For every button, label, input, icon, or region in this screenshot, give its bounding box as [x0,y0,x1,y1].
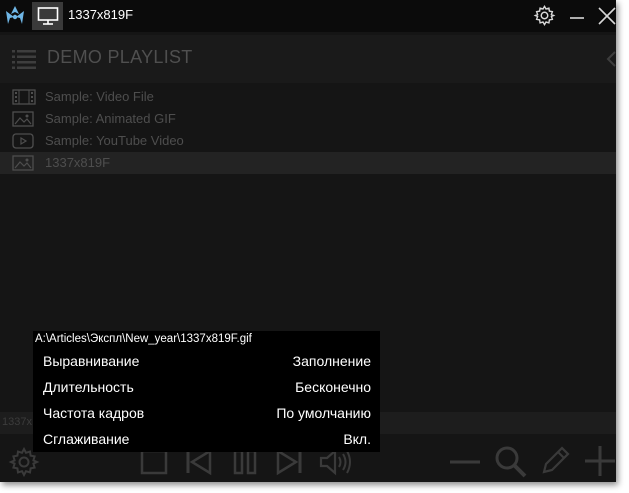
play-icon [12,133,34,149]
info-key: Выравнивание [43,353,140,369]
monitor-icon [37,7,59,25]
film-icon [12,89,36,105]
playlist-title: DEMO PLAYLIST [47,47,193,67]
app-logo-icon[interactable] [2,3,28,29]
file-path: A:\Articles\Экспл\New_year\1337x819F.gif [35,333,252,345]
info-value: По умолчанию [276,405,371,421]
search-zoom-icon[interactable] [492,443,528,479]
volume-icon[interactable] [318,448,354,476]
info-row-frame-rate: Частота кадров По умолчанию [43,405,371,425]
collapse-chevron-icon[interactable] [606,51,616,67]
info-row-smoothing: Сглаживание Вкл. [43,431,371,451]
playlist-item-label: Sample: Video File [45,89,154,104]
playlist-header: DEMO PLAYLIST [0,35,616,83]
playlist-item-label: 1337x819F [45,155,111,170]
playlist-item-animated-gif[interactable]: Sample: Animated GIF [0,108,616,130]
info-key: Сглаживание [43,431,130,447]
previous-icon[interactable] [184,448,214,476]
pause-icon[interactable] [230,448,260,476]
file-info-popup: A:\Articles\Экспл\New_year\1337x819F.gif… [33,331,380,452]
settings-gear-icon[interactable] [533,4,556,27]
info-value: Бесконечно [295,379,371,395]
info-row-alignment: Выравнивание Заполнение [43,353,371,373]
info-value: Вкл. [343,431,371,447]
playlist-item-1337x819f[interactable]: 1337x819F [0,152,616,174]
edit-pen-icon[interactable] [538,444,572,478]
playlist-item-youtube-video[interactable]: Sample: YouTube Video [0,130,616,152]
image-icon [12,155,34,171]
info-row-duration: Длительность Бесконечно [43,379,371,399]
zoom-in-icon[interactable] [584,444,616,478]
playlist-item-video-file[interactable]: Sample: Video File [0,86,616,108]
info-key: Длительность [43,379,134,395]
display-button[interactable] [32,2,63,30]
status-text: 1337x [2,416,32,428]
next-icon[interactable] [274,448,304,476]
stop-icon[interactable] [140,448,170,476]
playlist-item-label: Sample: Animated GIF [45,111,176,126]
info-value: Заполнение [292,353,371,369]
minimize-icon[interactable] [569,10,585,26]
close-icon[interactable] [598,7,616,25]
playlist-menu-icon[interactable] [12,48,36,70]
image-icon [12,111,34,127]
window-title: 1337x819F [68,7,134,22]
playlist-item-label: Sample: YouTube Video [45,133,184,148]
title-bar: 1337x819F [0,0,616,32]
playlist-list: Sample: Video File Sample: Animated GIF … [0,86,616,174]
zoom-out-icon[interactable] [448,448,482,476]
app-window: 1337x819F DEMO PLAYLIST Sample: Video Fi… [0,0,616,482]
info-key: Частота кадров [43,405,145,421]
